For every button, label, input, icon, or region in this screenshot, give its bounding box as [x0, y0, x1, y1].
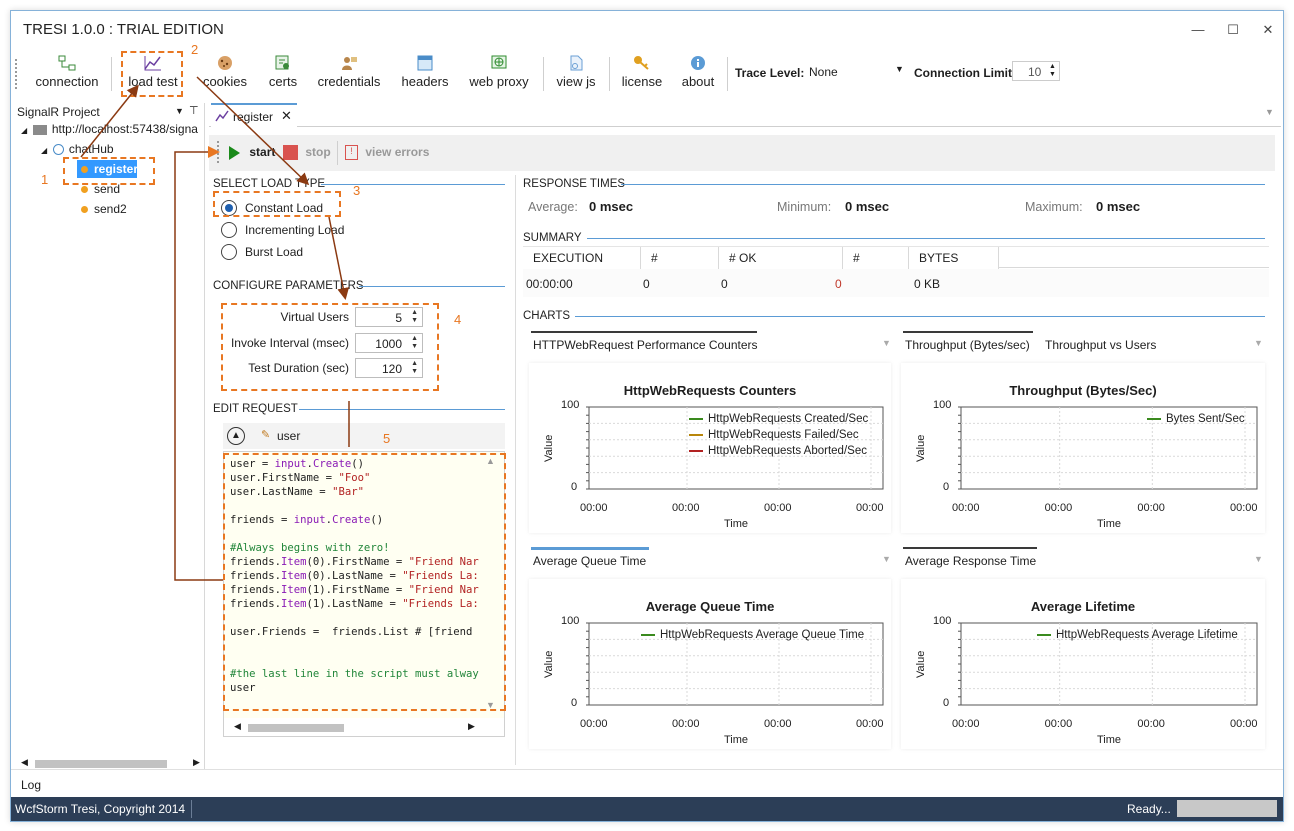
arrow-3-to-4 — [328, 216, 350, 300]
status-bar: WcfStorm Tresi, Copyright 2014 Ready... — [11, 797, 1283, 821]
arrow-2-to-3 — [196, 76, 310, 186]
status-text: Ready... — [1127, 802, 1171, 816]
progress-bar — [1177, 800, 1277, 817]
arrow-5-to-start — [174, 146, 223, 581]
status-separator — [191, 800, 192, 818]
copyright-text: WcfStorm Tresi, Copyright 2014 — [15, 802, 186, 816]
log-label: Log — [21, 778, 42, 792]
log-panel[interactable]: Log — [11, 769, 1283, 797]
arrow-1-to-2 — [80, 84, 139, 158]
annotation-arrows — [80, 76, 350, 581]
app-window: TRESI 1.0.0 : TRIAL EDITION — ☐ ✕ connec… — [10, 10, 1284, 822]
